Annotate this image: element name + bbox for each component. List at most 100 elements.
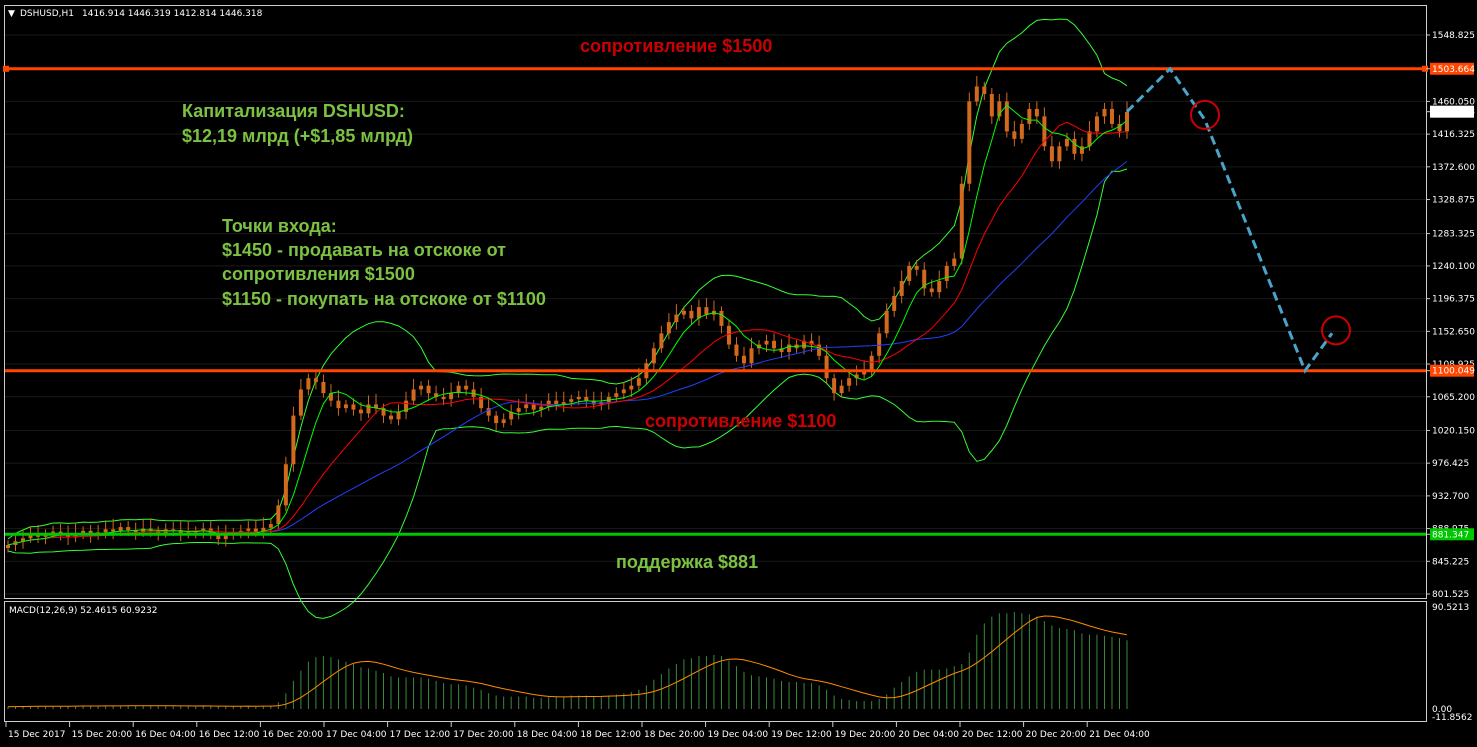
candle-body xyxy=(1049,146,1054,162)
candle-body xyxy=(268,524,273,528)
price-axis-label: 1100.049 xyxy=(1432,367,1475,377)
ohlc-readout: 1416.914 1446.319 1412.814 1446.318 xyxy=(82,9,263,19)
candle-body xyxy=(967,101,972,184)
candle-body xyxy=(336,400,341,409)
candle-body xyxy=(704,307,709,315)
trading-chart[interactable]: 1548.8251503.6641460.0501446.3181416.325… xyxy=(0,0,1477,747)
candle-body xyxy=(734,344,739,356)
candle-body xyxy=(516,408,521,412)
candle-body xyxy=(81,530,86,534)
time-axis-label: 19 Dec 04:00 xyxy=(708,730,769,740)
candle-body xyxy=(764,340,769,345)
header-arrow-icon[interactable]: ▼ xyxy=(8,9,15,19)
candle-body xyxy=(832,378,837,394)
candle-body xyxy=(877,333,882,356)
candle-body xyxy=(126,527,131,531)
time-axis-label: 19 Dec 20:00 xyxy=(835,730,896,740)
macd-axis-label: -11.8562 xyxy=(1432,713,1472,723)
time-axis-label: 20 Dec 12:00 xyxy=(962,730,1023,740)
time-axis-label: 16 Dec 04:00 xyxy=(135,730,196,740)
candle-body xyxy=(291,415,296,465)
time-axis-label: 18 Dec 12:00 xyxy=(580,730,641,740)
candle-body xyxy=(937,280,942,293)
candle-body xyxy=(306,378,311,390)
candle-body xyxy=(171,529,176,531)
candle-body xyxy=(974,86,979,102)
candle-body xyxy=(358,409,363,414)
time-axis-label: 17 Dec 20:00 xyxy=(453,730,514,740)
candle-body xyxy=(366,404,371,414)
candle-body xyxy=(576,396,581,400)
price-axis-label: 1283.325 xyxy=(1432,230,1475,240)
candle-body xyxy=(313,378,318,382)
price-axis-label: 1548.825 xyxy=(1432,31,1475,41)
candle-body xyxy=(884,310,889,334)
macd-axis-label: 90.5213 xyxy=(1432,603,1469,613)
capitalization-value: $12,19 млрд (+$1,85 млрд) xyxy=(182,126,413,146)
capitalization-title: Капитализация DSHUSD: xyxy=(182,101,405,121)
candle-body xyxy=(1109,108,1114,124)
candle-body xyxy=(614,393,619,397)
candle-body xyxy=(659,333,664,349)
price-axis-label: 976.425 xyxy=(1432,459,1469,469)
candle-body xyxy=(824,355,829,379)
resistance-top-label: сопротивление $1500 xyxy=(580,36,772,56)
candle-body xyxy=(989,93,994,117)
time-axis-label: 21 Dec 04:00 xyxy=(1089,730,1150,740)
time-axis-label: 20 Dec 20:00 xyxy=(1026,730,1087,740)
candle-body xyxy=(283,464,288,506)
candle-body xyxy=(847,378,852,386)
candle-body xyxy=(524,404,529,409)
candle-body xyxy=(892,295,897,311)
entry-line-3: $1150 - покупать на отскоке от $1100 xyxy=(222,289,546,309)
price-axis-label: 845.225 xyxy=(1432,557,1469,567)
candle-body xyxy=(554,400,559,405)
candle-body xyxy=(464,385,469,390)
time-axis-label: 17 Dec 12:00 xyxy=(390,730,451,740)
line-handle-icon xyxy=(3,65,9,72)
candle-body xyxy=(982,86,987,94)
candle-body xyxy=(719,310,724,326)
candle-body xyxy=(419,385,424,390)
candle-body xyxy=(449,393,454,400)
candle-body xyxy=(952,258,957,267)
price-axis-label: 1372.600 xyxy=(1432,163,1475,173)
time-axis-label: 15 Dec 2017 xyxy=(8,730,66,740)
symbol-label: DSHUSD,H1 xyxy=(20,9,74,19)
entry-title: Точки входа: xyxy=(222,216,337,236)
price-axis-label: 1328.875 xyxy=(1432,196,1475,206)
candle-body xyxy=(501,419,506,424)
candle-body xyxy=(246,528,251,531)
candle-body xyxy=(749,348,754,364)
candle-body xyxy=(276,505,281,525)
price-axis-label: 801.525 xyxy=(1432,590,1469,600)
candle-body xyxy=(741,355,746,364)
candle-body xyxy=(929,288,934,293)
candle-body xyxy=(907,266,912,281)
price-axis-label: 1020.150 xyxy=(1432,426,1475,436)
candle-body xyxy=(914,266,919,270)
candle-body xyxy=(111,529,116,532)
price-axis-label: 1240.100 xyxy=(1432,262,1475,272)
candle-body xyxy=(441,396,446,400)
candle-body xyxy=(636,378,641,386)
candle-body xyxy=(103,529,108,533)
candle-body xyxy=(681,310,686,315)
resistance-low-label: сопротивление $1100 xyxy=(645,411,836,431)
candle-body xyxy=(494,415,499,424)
candle-body xyxy=(959,183,964,259)
candle-body xyxy=(321,381,326,394)
time-axis-label: 20 Dec 04:00 xyxy=(898,730,959,740)
candle-body xyxy=(1042,116,1047,147)
candle-body xyxy=(899,280,904,296)
candle-body xyxy=(787,344,792,353)
time-axis-label: 18 Dec 04:00 xyxy=(517,730,578,740)
candle-body xyxy=(396,411,401,420)
time-axis-label: 17 Dec 04:00 xyxy=(326,730,387,740)
candle-body xyxy=(531,404,536,410)
candle-body xyxy=(651,348,656,364)
candle-body xyxy=(298,389,303,416)
candle-body xyxy=(1057,146,1062,162)
candle-body xyxy=(389,415,394,420)
candle-body xyxy=(1034,108,1039,117)
